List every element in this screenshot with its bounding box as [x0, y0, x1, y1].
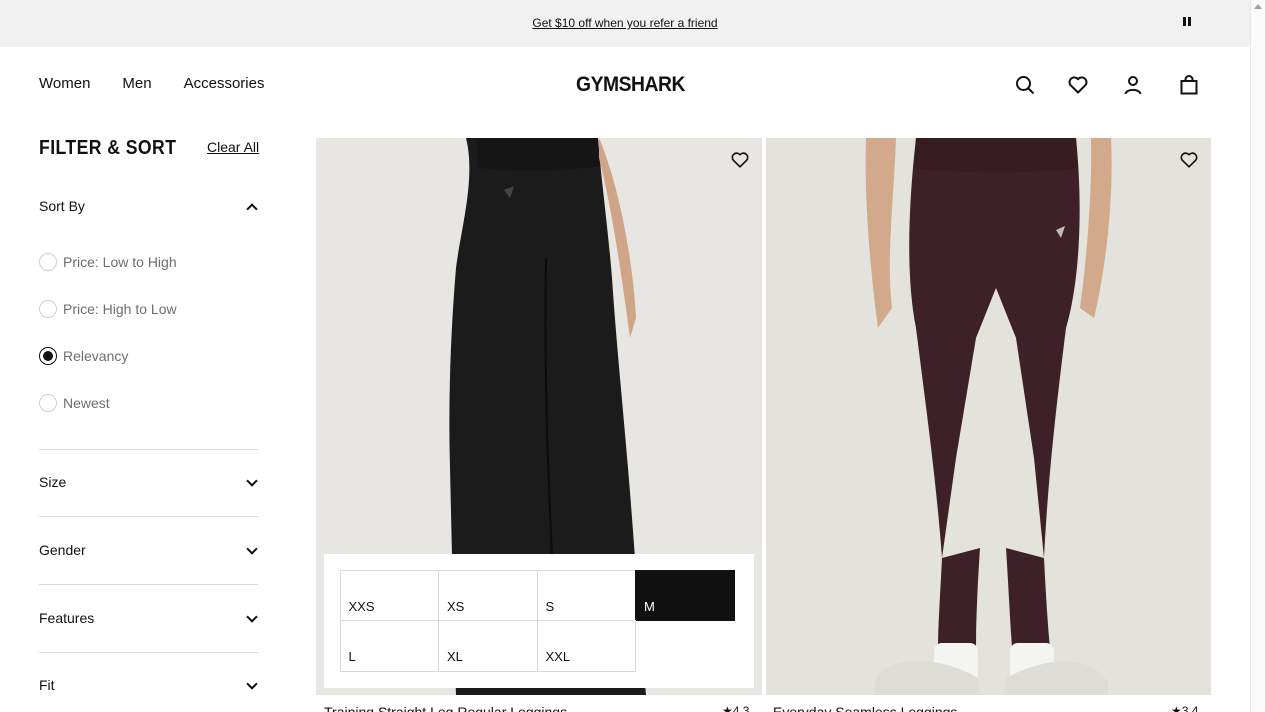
divider: [39, 652, 258, 653]
main-nav: Women Men Accessories: [39, 75, 264, 92]
filter-size-label: Size: [39, 474, 67, 490]
product-card-image[interactable]: [766, 138, 1211, 695]
divider: [39, 516, 258, 517]
radio-icon[interactable]: [39, 300, 57, 318]
radio-icon[interactable]: [39, 394, 57, 412]
sort-option-price-high-low[interactable]: Price: High to Low: [39, 299, 177, 319]
sort-option-newest[interactable]: Newest: [39, 393, 110, 413]
sort-option-label: Price: Low to High: [63, 254, 177, 270]
wishlist-heart-icon[interactable]: [1179, 150, 1199, 170]
sort-option-label: Relevancy: [63, 348, 129, 364]
bag-icon[interactable]: [1178, 74, 1200, 96]
nav-accessories[interactable]: Accessories: [184, 75, 265, 92]
sort-option-relevancy[interactable]: Relevancy: [39, 346, 128, 366]
product-title[interactable]: Training Straight Leg Regular Leggings: [324, 704, 567, 712]
page-scrollbar[interactable]: [1250, 0, 1265, 712]
chevron-up-icon: [246, 203, 258, 215]
size-option-xxs[interactable]: XXS: [339, 569, 439, 621]
product-rating: ★4.3: [722, 704, 750, 712]
sort-by-label: Sort By: [39, 198, 85, 214]
clear-all-link[interactable]: Clear All: [207, 139, 259, 155]
announcement-bar: Get $10 off when you refer a friend: [0, 0, 1250, 47]
sort-option-label: Price: High to Low: [63, 301, 177, 317]
filter-gender-label: Gender: [39, 542, 86, 558]
size-option-s[interactable]: S: [536, 569, 636, 621]
quick-add-size-panel: XXS XS S M L XL XXL: [324, 554, 754, 688]
filter-fit-toggle[interactable]: Fit: [39, 677, 258, 697]
filter-fit-label: Fit: [39, 677, 55, 693]
chevron-down-icon: [246, 611, 258, 623]
filter-size-toggle[interactable]: Size: [39, 474, 258, 494]
size-option-xxl[interactable]: XXL: [536, 620, 636, 672]
filter-sort-title: FILTER & SORT: [39, 137, 177, 159]
sort-option-label: Newest: [63, 395, 110, 411]
filter-features-toggle[interactable]: Features: [39, 610, 258, 630]
product-title[interactable]: Everyday Seamless Leggings: [773, 704, 957, 712]
product-rating: ★3.4: [1171, 704, 1199, 712]
filter-features-label: Features: [39, 610, 95, 626]
chevron-down-icon: [246, 475, 258, 487]
size-option-xs[interactable]: XS: [438, 569, 538, 621]
nav-women[interactable]: Women: [39, 75, 90, 92]
size-grid: XXS XS S M L XL XXL: [339, 569, 736, 672]
size-option-xl[interactable]: XL: [438, 620, 538, 672]
chevron-down-icon: [246, 543, 258, 555]
pause-icon[interactable]: [1182, 17, 1192, 28]
sort-by-toggle[interactable]: Sort By: [39, 198, 258, 218]
chevron-down-icon: [246, 678, 258, 690]
divider: [39, 584, 258, 585]
account-icon[interactable]: [1122, 74, 1144, 96]
nav-men[interactable]: Men: [122, 75, 151, 92]
search-icon[interactable]: [1014, 74, 1036, 96]
brand-logo[interactable]: GYMSHARK: [576, 73, 685, 97]
size-grid-empty: [635, 620, 735, 672]
size-option-l[interactable]: L: [339, 620, 439, 672]
radio-checked-icon[interactable]: [39, 347, 57, 365]
filter-gender-toggle[interactable]: Gender: [39, 542, 258, 562]
divider: [39, 449, 258, 450]
wishlist-heart-icon[interactable]: [1067, 74, 1089, 96]
scroll-up-icon[interactable]: [1254, 4, 1262, 9]
sort-option-price-low-high[interactable]: Price: Low to High: [39, 252, 177, 272]
size-option-m[interactable]: M: [635, 569, 735, 621]
product-photo-seamless-leggings: [766, 138, 1211, 695]
radio-icon[interactable]: [39, 253, 57, 271]
wishlist-heart-icon[interactable]: [730, 150, 750, 170]
referral-link[interactable]: Get $10 off when you refer a friend: [0, 16, 1250, 30]
